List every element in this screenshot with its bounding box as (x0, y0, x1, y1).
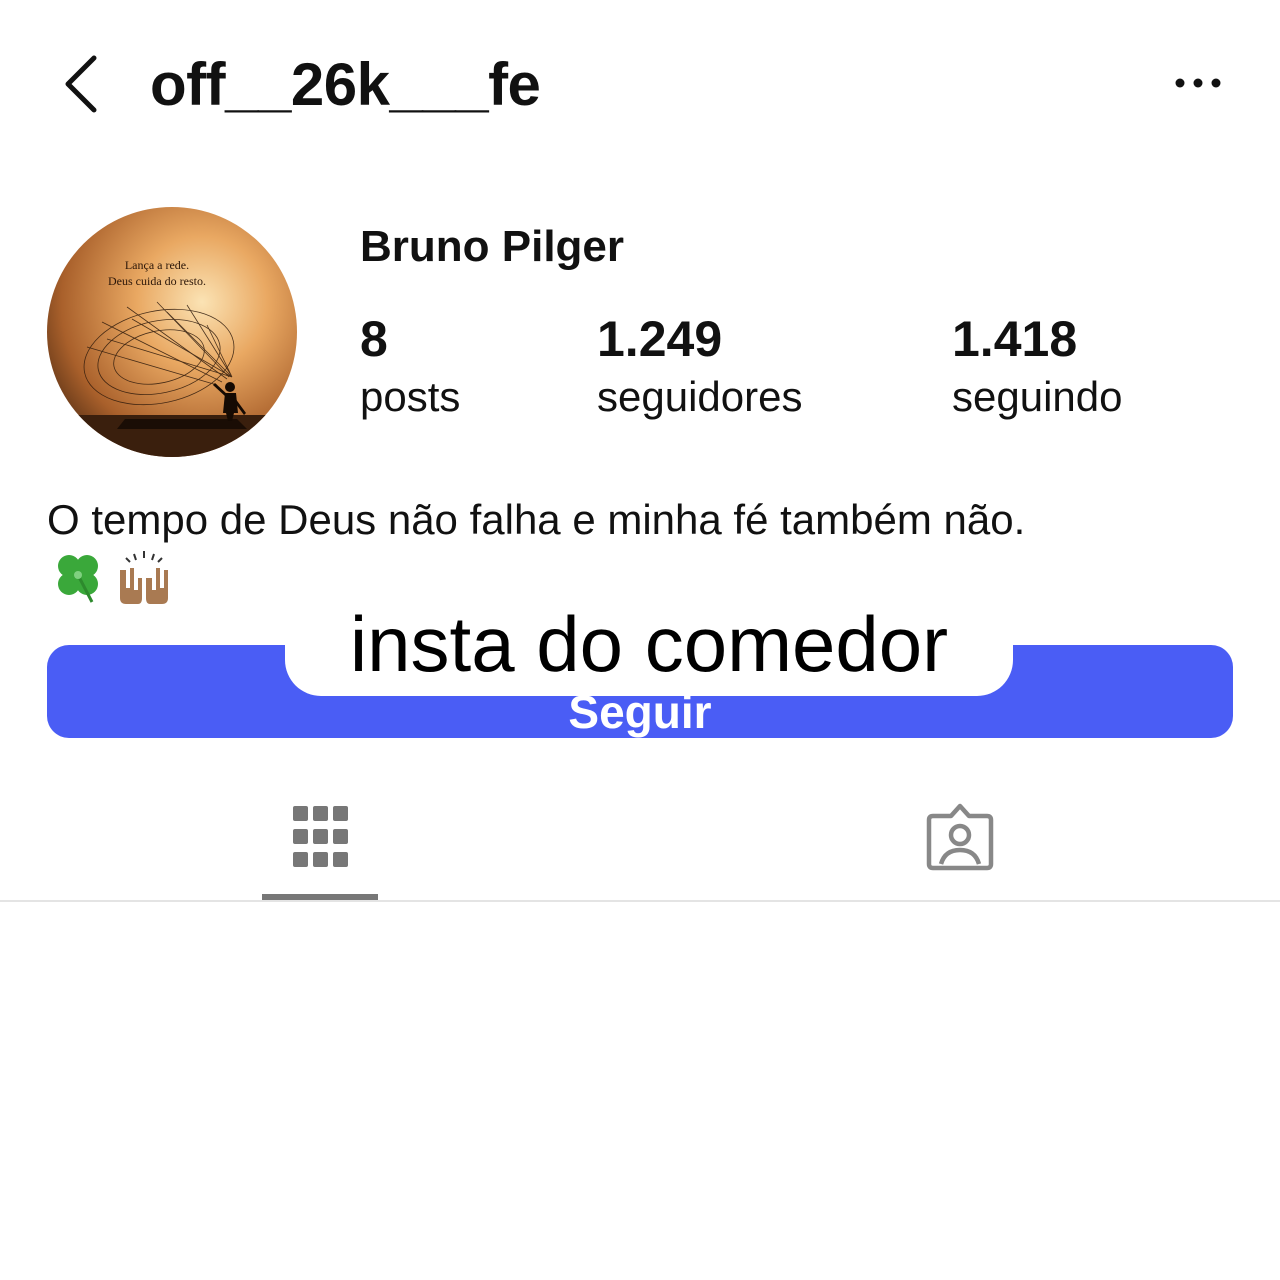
avatar-caption-line1: Lança a rede. (125, 258, 189, 272)
overlay-caption: insta do comedor (285, 586, 1013, 696)
profile-header: off__26k___fe (0, 0, 1280, 170)
more-options-button[interactable] (1168, 66, 1228, 100)
stat-posts-label: posts (360, 373, 461, 420)
bio-emojis (50, 548, 180, 608)
four-leaf-clover-icon (58, 555, 98, 603)
display-name: Bruno Pilger (360, 222, 625, 271)
grid-icon (293, 806, 348, 867)
profile-bio: O tempo de Deus não falha e minha fé tam… (47, 496, 1026, 543)
stat-posts[interactable]: 8 posts (360, 312, 460, 422)
back-button[interactable] (58, 52, 108, 116)
stat-posts-value: 8 (360, 311, 388, 367)
chevron-left-icon (65, 55, 97, 113)
profile-username: off__26k___fe (150, 51, 541, 118)
stat-followers[interactable]: 1.249 seguidores (597, 312, 802, 422)
tagged-person-icon (926, 803, 994, 871)
tab-posts-grid[interactable] (262, 790, 378, 900)
raising-hands-icon (120, 551, 168, 604)
profile-avatar[interactable]: Lança a rede. Deus cuida do resto. (47, 207, 297, 457)
tab-tagged[interactable] (905, 790, 1015, 890)
tabs-divider (0, 900, 1280, 902)
stat-following[interactable]: 1.418 seguindo (952, 312, 1122, 422)
more-horizontal-icon (1175, 78, 1221, 88)
stat-followers-value: 1.249 (597, 311, 723, 367)
stat-followers-label: seguidores (597, 373, 803, 420)
stat-following-label: seguindo (952, 373, 1123, 420)
stat-following-value: 1.418 (952, 311, 1078, 367)
avatar-caption-line2: Deus cuida do resto. (108, 274, 206, 288)
